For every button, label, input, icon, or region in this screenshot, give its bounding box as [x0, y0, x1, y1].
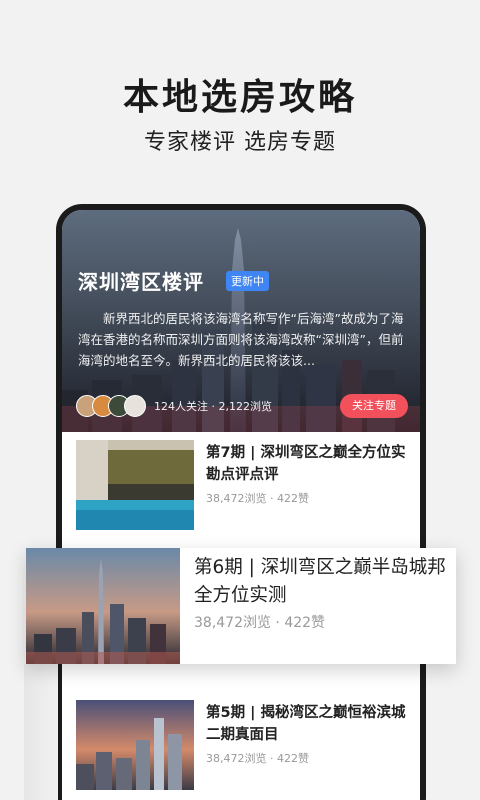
topic-description: 新界西北的居民将该海湾名称写作“后海湾”故成为了海湾在香港的名称而深圳方面则将该…: [78, 311, 404, 368]
status-badge: 更新中: [226, 271, 269, 291]
article-thumbnail: [76, 440, 194, 530]
phone-screen: 深圳湾区楼评 更新中 新界西北的居民将该海湾名称写作“后海湾”故成为了海湾在香港…: [62, 210, 420, 800]
article-meta: 38,472浏览 · 422赞: [206, 752, 309, 765]
follower-avatars: [76, 395, 162, 417]
featured-article-card[interactable]: 第6期 | 深圳弯区之巅半岛城邦全方位实测 38,472浏览 · 422赞: [26, 548, 456, 664]
featured-article-meta: 38,472浏览 · 422赞: [194, 615, 326, 631]
avatar: [124, 395, 146, 417]
follow-topic-button[interactable]: 关注专题: [340, 394, 408, 418]
article-item[interactable]: 第7期 | 深圳弯区之巅全方位实勘点评点评 38,472浏览 · 422赞: [62, 432, 420, 532]
article-item[interactable]: 第5期 | 揭秘湾区之巅恒裕滨城二期真面目 38,472浏览 · 422赞: [62, 692, 420, 792]
topic-stats: 124人关注 · 2,122浏览: [154, 400, 272, 413]
promo-title: 本地选房攻略: [122, 77, 357, 118]
featured-article-title: 第6期 | 深圳弯区之巅半岛城邦全方位实测: [194, 557, 446, 606]
promo-subtitle: 专家楼评 选房专题: [144, 130, 336, 155]
article-thumbnail: [76, 700, 194, 790]
article-meta: 38,472浏览 · 422赞: [206, 492, 309, 505]
topic-hero: 深圳湾区楼评 更新中 新界西北的居民将该海湾名称写作“后海湾”故成为了海湾在香港…: [62, 210, 420, 432]
topic-title: 深圳湾区楼评: [78, 270, 204, 294]
article-title: 第5期 | 揭秘湾区之巅恒裕滨城二期真面目: [206, 705, 406, 743]
article-title: 第7期 | 深圳弯区之巅全方位实勘点评点评: [206, 445, 406, 483]
floor-shadow: [24, 664, 58, 800]
phone-frame: 深圳湾区楼评 更新中 新界西北的居民将该海湾名称写作“后海湾”故成为了海湾在香港…: [56, 204, 426, 800]
article-thumbnail: [26, 548, 180, 664]
